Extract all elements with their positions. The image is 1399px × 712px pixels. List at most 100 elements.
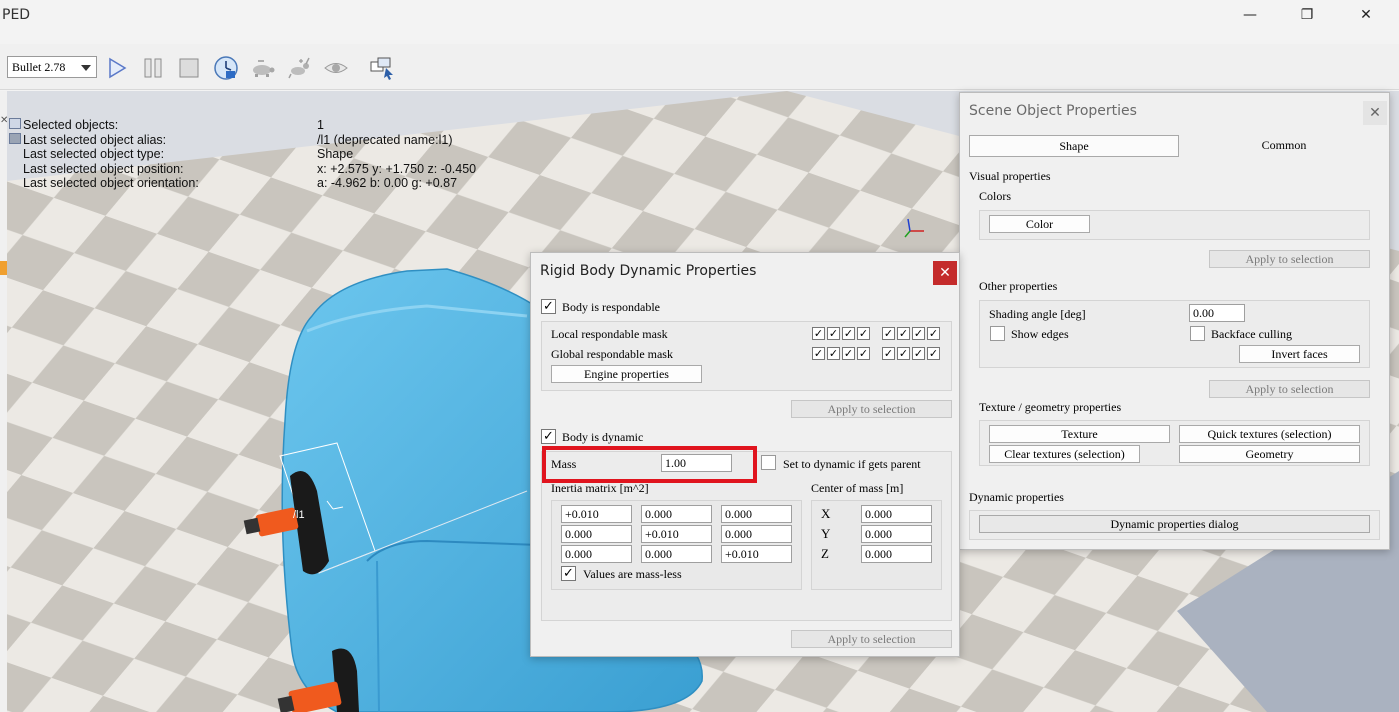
inertia-cell[interactable]: +0.010 [561,505,632,523]
com-axis-label: Y [821,526,831,541]
info-label: Selected objects: [23,118,119,132]
toolbar: Bullet 2.78 [0,44,1399,90]
apply-dynamic-button[interactable]: Apply to selection [791,630,952,648]
local-mask-bit[interactable]: ✓ [857,327,870,340]
local-mask-bit[interactable]: ✓ [927,327,940,340]
apply-other-button[interactable]: Apply to selection [1209,380,1370,398]
dynamic-properties-dialog-button[interactable]: Dynamic properties dialog [979,515,1370,533]
global-mask-bit[interactable]: ✓ [897,347,910,360]
massless-label: Values are mass-less [583,567,682,581]
minimize-button[interactable]: — [1230,4,1270,26]
inertia-cell[interactable]: +0.010 [721,545,792,563]
rigid-body-dialog: Rigid Body Dynamic Properties ✕ ✓ Body i… [530,252,960,657]
engine-properties-button[interactable]: Engine properties [551,365,702,383]
invert-faces-button[interactable]: Invert faces [1239,345,1360,363]
massless-checkbox[interactable]: ✓ [561,566,576,581]
window-layout-icon[interactable] [369,55,395,81]
apply-respondable-button[interactable]: Apply to selection [791,400,952,418]
info-collapse-icon[interactable] [9,133,21,144]
play-icon[interactable] [104,55,130,81]
window-title: PED [2,7,31,23]
stop-icon[interactable] [176,55,202,81]
global-mask-bit[interactable]: ✓ [927,347,940,360]
inertia-cell[interactable]: 0.000 [561,545,632,563]
title-bar: PED — ❐ ✕ [0,0,1399,44]
backface-culling-checkbox[interactable] [1190,326,1205,341]
inertia-cell[interactable]: 0.000 [721,505,792,523]
physics-engine-select[interactable]: Bullet 2.78 [7,56,97,78]
realtime-clock-icon[interactable] [213,55,239,81]
backface-culling-label: Backface culling [1211,327,1292,341]
close-window-button[interactable]: ✕ [1346,4,1386,26]
show-edges-checkbox[interactable] [990,326,1005,341]
respondable-checkbox[interactable]: ✓ [541,299,556,314]
info-label: Last selected object orientation: [23,176,199,190]
pause-icon[interactable] [140,55,166,81]
inertia-cell[interactable]: 0.000 [641,545,712,563]
local-mask-bit[interactable]: ✓ [827,327,840,340]
object-label: /l1 [293,509,305,521]
com-axis-label: X [821,506,831,521]
visualize-eye-icon[interactable] [323,55,349,81]
fast-rabbit-icon[interactable] [286,55,312,81]
local-mask-bit[interactable]: ✓ [897,327,910,340]
restore-button[interactable]: ❐ [1287,4,1327,26]
com-z-input[interactable]: 0.000 [861,545,932,563]
scene-object-properties-dialog: Scene Object Properties ✕ Shape Common V… [959,92,1390,550]
quick-textures-button[interactable]: Quick textures (selection) [1179,425,1360,443]
mass-highlight-box [542,446,757,483]
global-mask-bit[interactable]: ✓ [842,347,855,360]
geometry-button[interactable]: Geometry [1179,445,1360,463]
local-mask-label: Local respondable mask [551,327,668,341]
inertia-cell[interactable]: 0.000 [721,525,792,543]
com-x-input[interactable]: 0.000 [861,505,932,523]
rigid-body-close-button[interactable]: ✕ [933,261,957,285]
global-mask-bit[interactable]: ✓ [882,347,895,360]
global-mask-bit[interactable]: ✓ [857,347,870,360]
info-toggle-icon[interactable] [9,118,21,129]
scene-props-close-button[interactable]: ✕ [1363,101,1387,125]
info-label: Last selected object position: [23,161,184,176]
local-mask-bit[interactable]: ✓ [842,327,855,340]
set-dynamic-label: Set to dynamic if gets parent [783,457,921,471]
info-label: Last selected object type: [23,147,165,161]
info-value: a: -4.962 b: 0.00 g: +0.87 [317,176,458,190]
inertia-cell[interactable]: +0.010 [641,525,712,543]
com-y-input[interactable]: 0.000 [861,525,932,543]
slow-turtle-icon[interactable] [249,55,275,81]
respondable-label: Body is respondable [562,300,660,314]
global-mask-bit[interactable]: ✓ [912,347,925,360]
info-value: x: +2.575 y: +1.750 z: -0.450 [317,161,477,176]
color-button[interactable]: Color [989,215,1090,233]
texture-button[interactable]: Texture [989,425,1170,443]
left-edge-strip [0,91,7,712]
visual-properties-label: Visual properties [969,169,1051,183]
info-value: 1 [317,118,324,132]
dynamic-label: Body is dynamic [562,430,644,444]
texture-geometry-label: Texture / geometry properties [979,400,1122,414]
global-mask-bit[interactable]: ✓ [827,347,840,360]
app-window: PED — ❐ ✕ Bullet 2.78 /l1 ✕ Selected obj… [0,0,1399,712]
chevron-down-icon [81,65,91,71]
tab-shape[interactable]: Shape [969,135,1179,157]
info-value: /l1 (deprecated name:l1) [317,132,453,147]
global-mask-label: Global respondable mask [551,347,673,361]
local-mask-bit[interactable]: ✓ [912,327,925,340]
apply-colors-button[interactable]: Apply to selection [1209,250,1370,268]
set-dynamic-checkbox[interactable] [761,455,776,470]
close-overlay-icon[interactable]: ✕ [0,115,8,126]
colors-label: Colors [979,189,1012,203]
clear-textures-button[interactable]: Clear textures (selection) [989,445,1140,463]
rigid-body-title: Rigid Body Dynamic Properties [540,263,757,279]
info-value: Shape [317,147,354,161]
dynamic-checkbox[interactable]: ✓ [541,429,556,444]
local-mask-bit[interactable]: ✓ [882,327,895,340]
global-mask-bit[interactable]: ✓ [812,347,825,360]
local-mask-bit[interactable]: ✓ [812,327,825,340]
dynamic-properties-label: Dynamic properties [969,490,1064,504]
tab-common[interactable]: Common [1179,135,1389,157]
shading-angle-input[interactable]: 0.00 [1189,304,1245,322]
inertia-cell[interactable]: 0.000 [641,505,712,523]
inertia-cell[interactable]: 0.000 [561,525,632,543]
other-properties-label: Other properties [979,279,1058,293]
